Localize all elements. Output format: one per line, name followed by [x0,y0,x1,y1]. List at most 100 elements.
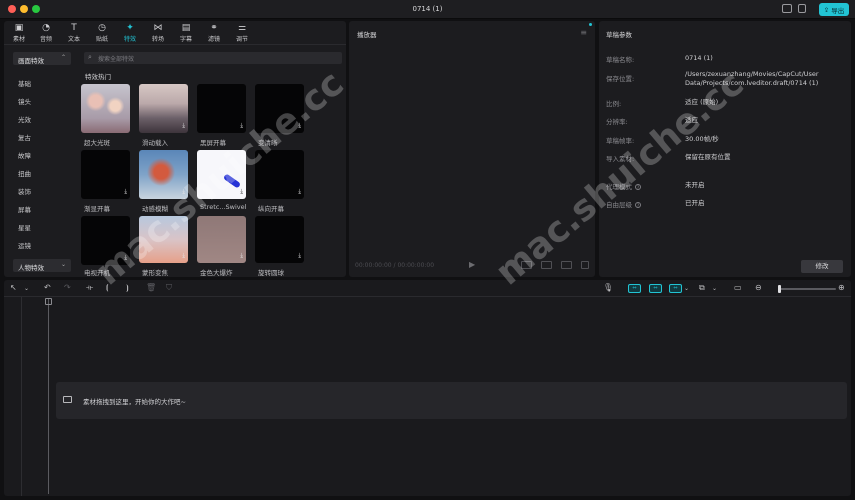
tab-label: 音频 [39,36,52,43]
effect-tile[interactable]: ⤓ [197,150,246,199]
zoom-out-icon[interactable]: ⊖ [755,283,762,292]
search-input[interactable]: ⌕ 搜索全部特效 [84,52,342,64]
tab-adjust[interactable]: ⚌ 调节 [231,23,253,43]
download-icon: ⤓ [240,122,243,129]
zoom-in-icon[interactable]: ⊕ [838,283,845,292]
tab-media[interactable]: ▣ 素材 [8,23,30,43]
split-left-icon[interactable]: ⦗ [106,283,109,293]
tab-label: 特效 [123,36,136,43]
person-effects-label: 人物特效 [18,264,44,272]
download-icon: ⤓ [240,188,243,195]
timeline-panel: ↖ ⌄ ↶ ↷ ⟛ ⦗ ⦘ 🗑︎ ⛉ 🎙︎ ⇔ ⇔ ⇔ ⌄ ⧉ ⌄ ▭ ⊖ ⊕ … [4,280,851,496]
tab-label: 调节 [235,36,248,43]
effect-tile[interactable]: ⤓ [139,216,188,263]
sidebar-item[interactable]: 屏幕 [18,204,31,214]
effects-panel: ▣ 素材 ◔ 音频 T 文本 ◷ 贴纸 ✦ 特效 ⋈ 转场 ▤ 字幕 ⚭ 滤镜 ⚌ 调节 画面特效… [4,21,346,277]
effect-tile[interactable]: ⤓ [255,216,304,263]
tab-filter[interactable]: ⚭ 滤镜 [203,23,225,43]
tab-label: 转场 [151,36,164,43]
help-icon[interactable]: ? [635,202,641,208]
export-button[interactable]: ⇪ 导出 [819,3,849,16]
effect-label: Stretc...Swivel [200,203,247,211]
effect-tile[interactable]: ⤓ [255,150,304,199]
tab-audio[interactable]: ◔ 音频 [35,23,57,43]
preview-quality-icon[interactable] [521,261,532,269]
zoom-slider-handle[interactable] [778,285,781,293]
sidebar-item[interactable]: 装饰 [18,186,31,196]
timecode: 00:00:00:00 / 00:00:00:00 [355,262,435,269]
split-right-icon[interactable]: ⦘ [126,283,129,293]
help-icon[interactable]: ? [635,184,641,190]
download-icon: ⤓ [240,252,243,259]
linkage-icon[interactable]: ⇔ [669,284,682,293]
preview-axis-icon[interactable]: ⧉ [699,283,705,293]
param-value: 适应 [685,116,698,124]
search-icon: ⌕ [88,53,92,61]
tab-transition[interactable]: ⋈ 转场 [147,23,169,43]
sidebar-item[interactable]: 扭曲 [18,168,31,178]
download-icon: ⤓ [124,188,127,195]
effect-tile[interactable]: ⤓ [139,150,188,199]
search-placeholder: 搜索全部特效 [98,56,135,63]
play-icon[interactable]: ▶ [469,260,475,269]
effect-tile[interactable]: ⤓ [139,84,188,133]
fullscreen-icon[interactable] [798,4,806,13]
effects-icon: ✦ [126,23,134,33]
sidebar-item[interactable]: 星星 [18,222,31,232]
select-tool-icon[interactable]: ↖ [10,283,17,292]
delete-icon[interactable]: 🗑︎ [146,283,156,292]
media-drop-zone[interactable]: 素材拖拽到这里，开始你的大作吧~ [56,382,847,419]
ratio-icon[interactable] [561,261,572,269]
chevron-down-icon[interactable]: ⌄ [684,285,689,292]
effect-preview-stroke [222,173,242,189]
caption-icon: ▤ [181,23,191,33]
sidebar-item[interactable]: 复古 [18,132,31,142]
player-title: 播放器 [357,31,377,39]
undo-icon[interactable]: ↶ [44,283,51,292]
chevron-down-icon[interactable]: ⌄ [712,285,717,292]
category-dropdown-label: 画面特效 [18,57,44,65]
chevron-down-icon[interactable]: ⌄ [24,285,29,292]
sidebar-item[interactable]: 运镜 [18,240,31,250]
split-icon[interactable]: ⟛ [86,283,93,293]
sidebar-item[interactable]: 故障 [18,150,31,160]
auto-snap-icon[interactable]: ⇔ [649,284,662,293]
zoom-slider[interactable] [778,288,836,290]
redo-icon[interactable]: ↷ [64,283,71,292]
fullscreen-preview-icon[interactable] [581,261,589,269]
sidebar-item[interactable]: 镜头 [18,96,31,106]
sidebar-item[interactable]: 基础 [18,78,31,88]
crop-icon[interactable] [541,261,552,269]
effect-tile[interactable]: ⤓ [197,84,246,133]
effect-tile[interactable] [81,84,130,133]
param-key: 分辨率: [606,118,628,126]
playhead-handle[interactable] [45,298,52,305]
tab-text[interactable]: T 文本 [63,23,85,43]
effect-tile[interactable]: ⤓ [81,150,130,199]
param-key: 保存位置: [606,75,635,83]
param-key: 自由层级 [606,201,632,209]
param-value: 适应 (原始) [685,98,719,106]
effect-tile[interactable]: ⤓ [255,84,304,133]
tab-effects[interactable]: ✦ 特效 [119,23,141,43]
tab-caption[interactable]: ▤ 字幕 [175,23,197,43]
timeline-toolbar: ↖ ⌄ ↶ ↷ ⟛ ⦗ ⦘ 🗑︎ ⛉ 🎙︎ ⇔ ⇔ ⇔ ⌄ ⧉ ⌄ ▭ ⊖ ⊕ [4,280,851,297]
person-effects-dropdown[interactable]: 人物特效 ⌄ [13,259,71,272]
effect-tile[interactable]: ⤓ [81,216,130,265]
main-track-magnet-icon[interactable]: ⇔ [628,284,641,293]
tab-sticker[interactable]: ◷ 贴纸 [91,23,113,43]
edit-button[interactable]: 修改 [801,260,843,273]
menu-icon[interactable]: ≡ [580,28,587,37]
playhead[interactable] [48,298,49,494]
sidebar-item[interactable]: 光效 [18,114,31,124]
transition-icon: ⋈ [153,23,163,33]
layout-icon[interactable] [782,4,792,13]
param-key: 比例: [606,100,622,108]
download-icon: ⤓ [124,254,127,261]
microphone-icon[interactable]: 🎙︎ [603,283,613,292]
param-value: 保留在原有位置 [685,153,731,161]
shield-icon[interactable]: ⛉ [166,283,172,293]
caption-track-icon[interactable]: ▭ [734,283,742,292]
effect-tile[interactable]: ⤓ [197,216,246,263]
category-dropdown[interactable]: 画面特效 ⌃ [13,52,71,65]
